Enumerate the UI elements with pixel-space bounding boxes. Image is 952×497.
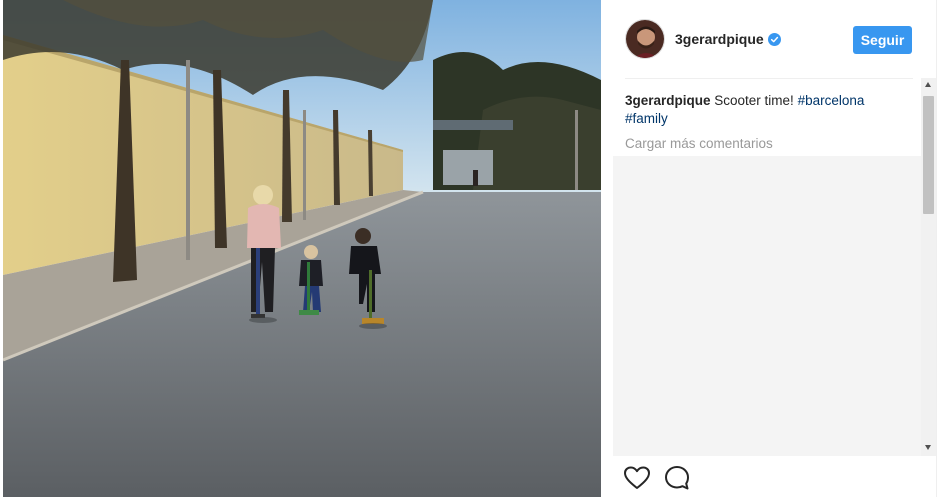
hashtag-link[interactable]: #barcelona <box>798 93 865 108</box>
caption-author-link[interactable]: 3gerardpique <box>625 93 711 108</box>
caption-text: Scooter time! <box>710 93 798 108</box>
profile-picture-image <box>626 20 664 58</box>
scroll-down-arrow-icon[interactable] <box>925 445 931 450</box>
hashtag-link[interactable]: #family <box>625 111 668 126</box>
load-more-comments-link[interactable]: Cargar más comentarios <box>625 136 909 151</box>
avatar[interactable] <box>625 19 665 59</box>
header-divider <box>625 78 913 79</box>
post-actions <box>601 456 937 497</box>
scroll-up-arrow-icon[interactable] <box>925 82 931 87</box>
username-text: 3gerardpique <box>675 31 764 47</box>
follow-button[interactable]: Seguir <box>853 26 912 54</box>
instagram-post: 3gerardpique Seguir 3gerardpique Scooter… <box>0 0 952 497</box>
username-link[interactable]: 3gerardpique <box>675 31 781 47</box>
like-button[interactable] <box>623 465 651 491</box>
post-sidebar: 3gerardpique Seguir 3gerardpique Scooter… <box>601 0 937 497</box>
heart-icon <box>624 466 650 489</box>
post-photo[interactable] <box>3 0 601 497</box>
street-photo-image <box>3 0 601 497</box>
comments-scroll-area <box>613 156 921 456</box>
comments-list: 3gerardpique Scooter time! #barcelona #fa… <box>625 92 909 151</box>
caption: 3gerardpique Scooter time! #barcelona #fa… <box>625 92 909 128</box>
comment-button[interactable] <box>663 465 691 491</box>
scrollbar[interactable] <box>921 78 936 456</box>
post-header: 3gerardpique Seguir <box>601 0 937 78</box>
comment-icon <box>665 466 689 490</box>
verified-badge-icon <box>767 33 781 46</box>
scrollbar-thumb[interactable] <box>923 96 934 214</box>
